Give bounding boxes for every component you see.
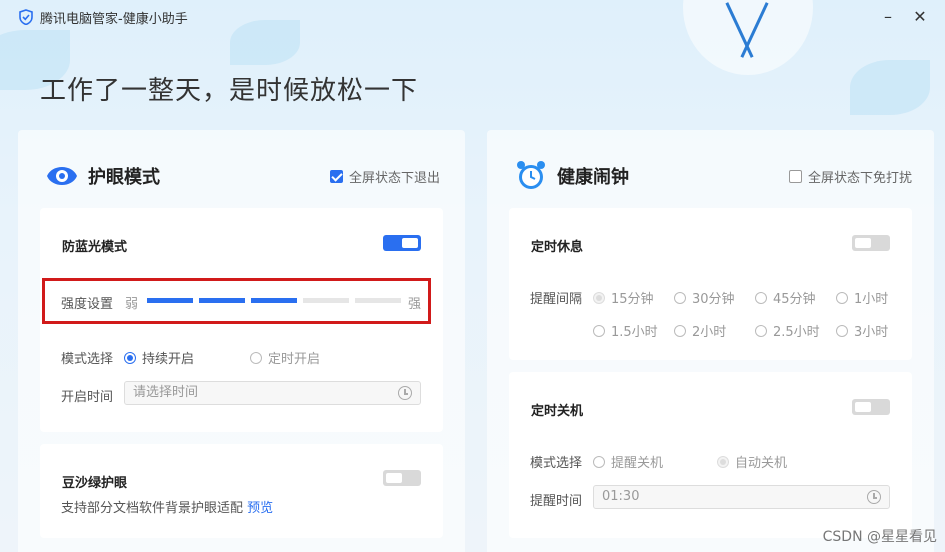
eye-panel-header: 护眼模式 全屏状态下退出 [18, 158, 465, 192]
radio-unselected-icon [755, 291, 767, 304]
rest-interval-radio[interactable]: 1.5小时 [593, 321, 658, 340]
shutdown-mode-label: 模式选择 [530, 456, 583, 471]
green-eye-desc-text: 支持部分文档软件背景护眼适配 [61, 501, 244, 516]
eye-icon [47, 167, 77, 185]
rest-interval-radio[interactable]: 2小时 [674, 321, 726, 340]
rest-interval-label: 提醒间隔 [530, 292, 583, 307]
minimize-button[interactable]: – [877, 6, 899, 28]
strength-weak-label: 弱 [125, 297, 139, 312]
mode-continuous-radio[interactable]: 持续开启 [124, 348, 194, 367]
alarm-panel-header: 健康闹钟 全屏状态下免打扰 [487, 158, 934, 192]
mode-scheduled-radio[interactable]: 定时开启 [250, 348, 320, 367]
mode-scheduled-label: 定时开启 [268, 352, 321, 367]
radio-unselected-icon [674, 291, 686, 304]
blue-light-title: 防蓝光模式 [62, 240, 128, 255]
rest-interval-label: 2.5小时 [773, 325, 820, 340]
shutdown-auto-label: 自动关机 [735, 456, 788, 471]
rest-interval-label: 2小时 [692, 325, 727, 340]
tencent-guard-logo-icon [19, 9, 33, 25]
radio-selected-icon [124, 351, 136, 364]
alarm-clock-icon [517, 161, 545, 189]
rest-toggle[interactable] [852, 235, 890, 251]
title-bar: 腾讯电脑管家-健康小助手 – ✕ [0, 0, 945, 34]
shutdown-time-value: 01:30 [602, 489, 640, 504]
rest-interval-label: 1小时 [854, 292, 889, 307]
rest-title: 定时休息 [531, 240, 584, 255]
eye-panel-title: 护眼模式 [88, 167, 160, 188]
rest-interval-radio[interactable]: 30分钟 [674, 288, 735, 307]
strength-strong-label: 强 [408, 297, 422, 312]
rest-interval-radio[interactable]: 2.5小时 [755, 321, 820, 340]
start-time-placeholder: 请选择时间 [133, 385, 199, 400]
blue-light-toggle[interactable] [383, 235, 421, 251]
shutdown-remind-radio[interactable]: 提醒关机 [593, 452, 663, 471]
strength-segment[interactable] [251, 298, 297, 303]
shutdown-remind-label: 提醒关机 [611, 456, 664, 471]
watermark: CSDN @星星看见 [822, 529, 937, 545]
radio-unselected-icon [593, 324, 605, 337]
radio-unselected-icon [755, 324, 767, 337]
strength-segment[interactable] [199, 298, 245, 303]
radio-selected-disabled-icon [593, 291, 605, 304]
close-button[interactable]: ✕ [909, 6, 931, 28]
shutdown-time-label: 提醒时间 [530, 494, 583, 509]
rest-interval-radio[interactable]: 3小时 [836, 321, 888, 340]
clock-icon [867, 490, 881, 504]
shutdown-auto-radio[interactable]: 自动关机 [717, 452, 787, 471]
rest-interval-radio[interactable]: 15分钟 [593, 288, 654, 307]
rest-interval-radio[interactable]: 45分钟 [755, 288, 816, 307]
fullscreen-dnd-checkbox[interactable]: 全屏状态下免打扰 [789, 167, 912, 186]
rest-interval-label: 3小时 [854, 325, 889, 340]
green-eye-card [40, 444, 443, 538]
radio-unselected-icon [250, 351, 262, 364]
fullscreen-exit-label: 全屏状态下退出 [349, 171, 441, 186]
strength-segment[interactable] [147, 298, 193, 303]
rest-interval-label: 1.5小时 [611, 325, 658, 340]
rest-interval-radio[interactable]: 1小时 [836, 288, 888, 307]
radio-unselected-icon [836, 291, 848, 304]
green-eye-desc: 支持部分文档软件背景护眼适配 预览 [61, 497, 273, 516]
radio-unselected-icon [593, 455, 605, 468]
green-eye-toggle[interactable] [383, 470, 421, 486]
checkbox-unchecked-icon [789, 170, 802, 183]
rest-interval-label: 45分钟 [773, 292, 816, 307]
radio-selected-disabled-icon [717, 455, 729, 468]
radio-unselected-icon [674, 324, 686, 337]
app-title: 腾讯电脑管家-健康小助手 [40, 12, 188, 27]
clock-icon [398, 386, 412, 400]
mode-continuous-label: 持续开启 [142, 352, 195, 367]
alarm-panel-title: 健康闹钟 [557, 167, 629, 188]
rest-interval-label: 30分钟 [692, 292, 735, 307]
page-headline: 工作了一整天，是时候放松一下 [40, 76, 419, 106]
strength-segment[interactable] [355, 298, 401, 303]
shutdown-toggle[interactable] [852, 399, 890, 415]
green-eye-title: 豆沙绿护眼 [62, 476, 128, 491]
strength-segment[interactable] [303, 298, 349, 303]
shutdown-time-input[interactable]: 01:30 [593, 485, 890, 509]
checkbox-checked-icon [330, 170, 343, 183]
preview-link[interactable]: 预览 [247, 501, 273, 516]
rest-interval-label: 15分钟 [611, 292, 654, 307]
strength-label: 强度设置 [61, 297, 114, 312]
fullscreen-exit-checkbox[interactable]: 全屏状态下退出 [330, 167, 440, 186]
shutdown-title: 定时关机 [531, 404, 584, 419]
fullscreen-dnd-label: 全屏状态下免打扰 [808, 171, 913, 186]
background-leaf-decoration [850, 60, 930, 115]
start-time-label: 开启时间 [61, 390, 114, 405]
radio-unselected-icon [836, 324, 848, 337]
mode-label: 模式选择 [61, 352, 114, 367]
start-time-input[interactable]: 请选择时间 [124, 381, 421, 405]
